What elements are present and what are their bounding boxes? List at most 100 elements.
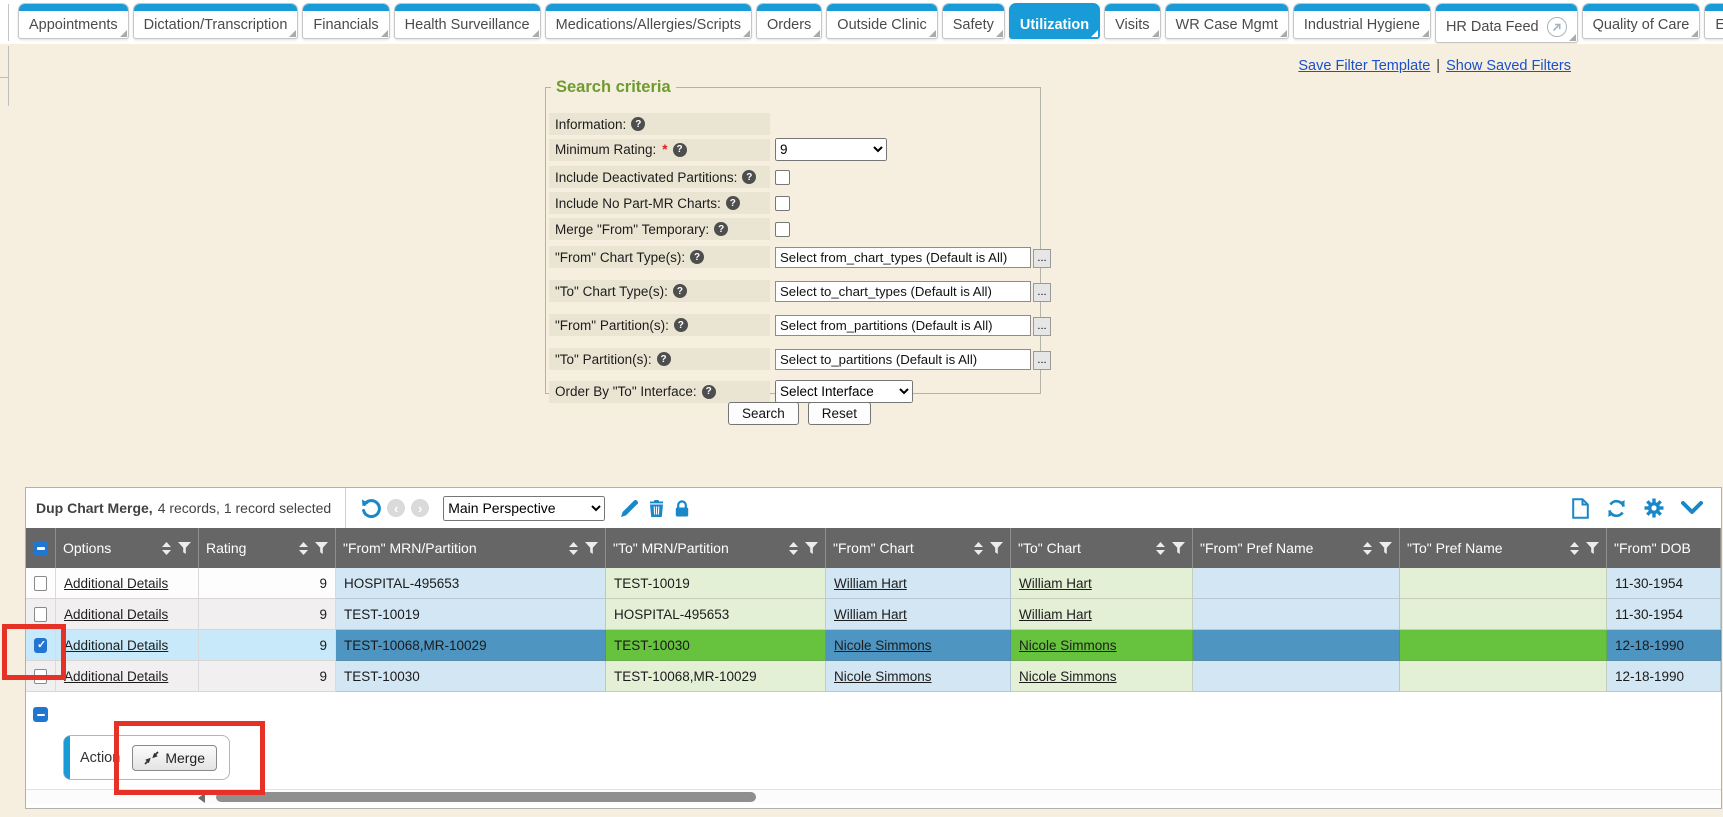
to-chart-link[interactable]: Nicole Simmons [1019,669,1117,684]
tab-financials[interactable]: Financials [302,3,389,39]
settings-gear-icon[interactable] [1644,498,1664,518]
order-by-interface-select[interactable]: Select Interface [775,380,913,403]
help-icon[interactable]: ? [657,352,671,366]
annotation-checkbox-highlight [2,624,66,680]
tab-orders[interactable]: Orders [756,3,822,39]
column-header-options[interactable]: Options [56,528,199,568]
column-header-to-chart[interactable]: "To" Chart [1011,528,1193,568]
help-icon[interactable]: ? [673,143,687,157]
from-chart-link[interactable]: Nicole Simmons [834,638,932,653]
column-header-to-pref-name[interactable]: "To" Pref Name [1400,528,1607,568]
additional-details-link[interactable]: Additional Details [64,607,168,622]
filter-icon [805,542,818,554]
form-row-minimum-rating: Minimum Rating:*? 9 [549,138,887,161]
from-chart-types-input[interactable] [775,247,1031,268]
select-all-footer-checkbox[interactable] [33,707,48,722]
filter-icon [1586,542,1599,554]
to-chart-link[interactable]: Nicole Simmons [1019,638,1117,653]
minimum-rating-select[interactable]: 9 [775,138,887,161]
tab-hr-data-feed[interactable]: HR Data Feed [1435,3,1578,43]
search-criteria-fieldset: Search criteria Information:? Minimum Ra… [545,78,1041,394]
additional-details-link[interactable]: Additional Details [64,638,168,653]
include-no-part-mr-charts-checkbox[interactable] [775,196,790,211]
from-chart-link[interactable]: William Hart [834,576,907,591]
form-row-to-chart-types: "To" Chart Type(s):? ... [549,280,1051,302]
column-header-from-chart[interactable]: "From" Chart [826,528,1011,568]
to-chart-types-picker-button[interactable]: ... [1033,283,1051,302]
tab-outside-clinic[interactable]: Outside Clinic [826,3,937,39]
reset-button[interactable]: Reset [808,402,871,425]
to-chart-link[interactable]: William Hart [1019,576,1092,591]
left-panel-edge [8,46,9,106]
form-row-from-chart-types: "From" Chart Type(s):? ... [549,246,1051,268]
horizontal-scrollbar[interactable] [26,789,1721,804]
help-icon[interactable]: ? [702,385,716,399]
help-icon[interactable]: ? [674,318,688,332]
show-saved-filters-link[interactable]: Show Saved Filters [1446,58,1571,74]
tab-visits[interactable]: Visits [1104,3,1160,39]
help-icon[interactable]: ? [690,250,704,264]
additional-details-link[interactable]: Additional Details [64,576,168,591]
tab-safety[interactable]: Safety [942,3,1005,39]
tab-appointments[interactable]: Appointments [18,3,129,39]
tab-utilization[interactable]: Utilization [1009,3,1100,39]
tab-dictation-transcription[interactable]: Dictation/Transcription [133,3,299,39]
row-checkbox[interactable] [34,607,47,622]
perspective-select[interactable]: Main Perspective [443,496,605,521]
help-icon[interactable]: ? [742,170,756,184]
from-chart-link[interactable]: William Hart [834,607,907,622]
refresh-icon[interactable] [1606,498,1627,519]
to-chart-types-input[interactable] [775,281,1031,302]
from-dob-cell: 12-18-1990 [1607,661,1721,692]
new-document-icon[interactable] [1572,498,1589,519]
nav-back-icon[interactable]: ‹ [387,499,405,517]
tab-medications-allergies-scripts[interactable]: Medications/Allergies/Scripts [545,3,752,39]
tab-quality-of-care[interactable]: Quality of Care [1582,3,1701,39]
from-mrn-cell: TEST-10030 [336,661,606,692]
from-chart-types-picker-button[interactable]: ... [1033,249,1051,268]
help-icon[interactable]: ? [726,196,740,210]
dup-chart-merge-grid: Dup Chart Merge, 4 records, 1 record sel… [25,487,1722,809]
column-header-from-dob[interactable]: "From" DOB [1607,528,1721,568]
filter-icon [585,542,598,554]
from-pref-name-cell [1193,661,1400,692]
tab-health-surveillance[interactable]: Health Surveillance [394,3,541,39]
to-chart-link[interactable]: William Hart [1019,607,1092,622]
additional-details-link[interactable]: Additional Details [64,669,168,684]
lock-icon[interactable] [675,500,689,517]
select-all-checkbox[interactable] [33,541,48,556]
column-header-to-mrn-partition[interactable]: "To" MRN/Partition [606,528,826,568]
from-chart-link[interactable]: Nicole Simmons [834,669,932,684]
from-pref-name-cell [1193,599,1400,630]
save-filter-template-link[interactable]: Save Filter Template [1298,58,1430,74]
collapse-chevron-down-icon[interactable] [1681,501,1703,515]
from-dob-cell: 11-30-1954 [1607,568,1721,599]
from-partitions-input[interactable] [775,315,1031,336]
search-button[interactable]: Search [728,402,799,425]
undo-icon[interactable] [359,497,381,519]
tab-wr-case-mgmt[interactable]: WR Case Mgmt [1165,3,1289,39]
filter-icon [315,542,328,554]
to-partitions-input[interactable] [775,349,1031,370]
column-header-from-mrn-partition[interactable]: "From" MRN/Partition [336,528,606,568]
column-header-from-pref-name[interactable]: "From" Pref Name [1193,528,1400,568]
tab-executive[interactable]: Execu [1704,3,1723,39]
merge-from-temporary-checkbox[interactable] [775,222,790,237]
help-icon[interactable]: ? [631,117,645,131]
nav-forward-icon[interactable]: › [411,499,429,517]
delete-trash-icon[interactable] [649,500,664,517]
help-icon[interactable]: ? [714,222,728,236]
include-deactivated-partitions-checkbox[interactable] [775,170,790,185]
table-row: Additional Details 9 HOSPITAL-495653 TES… [26,568,1721,599]
edit-pencil-icon[interactable] [621,500,638,517]
tab-industrial-hygiene[interactable]: Industrial Hygiene [1293,3,1431,39]
link-separator: | [1436,58,1440,74]
scrollbar-thumb[interactable] [216,792,756,802]
row-checkbox[interactable] [34,576,47,591]
filter-icon [178,542,191,554]
help-icon[interactable]: ? [673,284,687,298]
from-partitions-picker-button[interactable]: ... [1033,317,1051,336]
to-partitions-picker-button[interactable]: ... [1033,351,1051,370]
column-header-rating[interactable]: Rating [199,528,336,568]
form-row-to-partitions: "To" Partition(s):? ... [549,348,1051,370]
